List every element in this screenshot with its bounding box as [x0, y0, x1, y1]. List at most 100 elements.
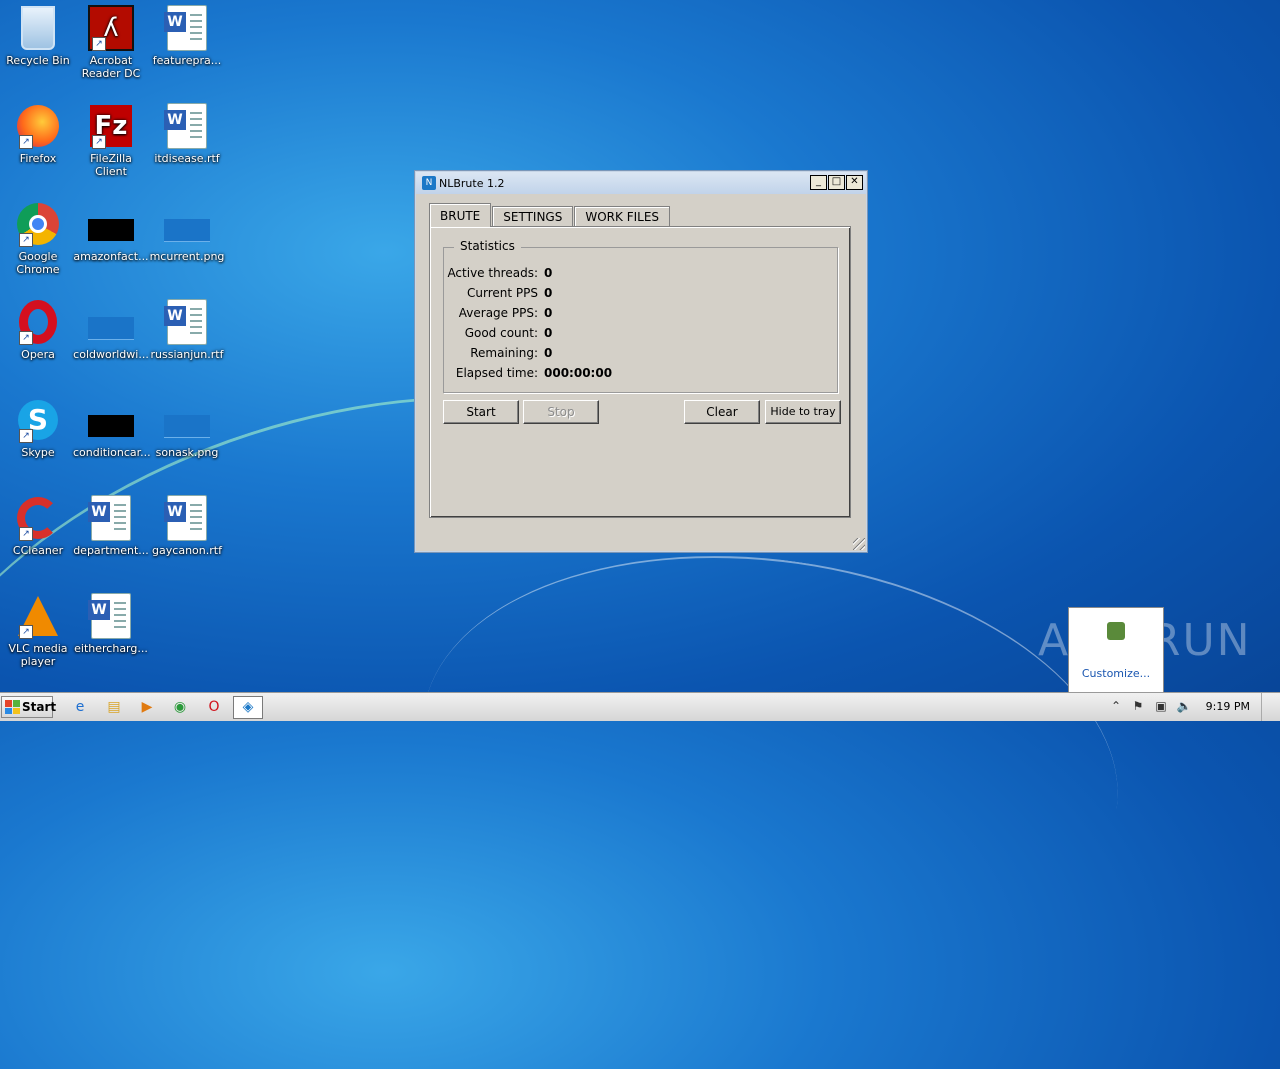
desktop-icon-label: Skype [21, 446, 55, 459]
desktop-icon-blue-image[interactable]: sonask.png [149, 397, 225, 459]
start-label: Start [22, 700, 57, 714]
desktop-icon-label: mcurrent.png [149, 250, 225, 263]
stat-label: Current PPS [467, 286, 538, 300]
stat-label: Average PPS: [458, 306, 538, 320]
customize-link[interactable]: Customize... [1069, 667, 1163, 680]
desktop-icon-opera[interactable]: ↗ Opera [0, 299, 76, 361]
desktop-icon-blue-image[interactable]: coldworldwi... [73, 299, 149, 361]
volume-icon[interactable]: 🔈 [1176, 698, 1192, 714]
minimize-button[interactable]: _ [810, 175, 827, 190]
opera-icon: ↗ [15, 299, 61, 345]
desktop-icon-label: Firefox [19, 152, 57, 165]
desktop-icon-label: itdisease.rtf [154, 152, 220, 165]
ccleaner-icon: ↗ [15, 495, 61, 541]
stat-average-pps: Average PPS: 0 [444, 306, 838, 326]
desktop-icon-word-doc[interactable]: Wgaycanon.rtf [149, 495, 225, 557]
clock[interactable]: 9:19 PM [1206, 700, 1250, 713]
blue-image-icon [88, 299, 134, 345]
filezilla-icon: Fz ↗ [88, 103, 134, 149]
window-title: NLBrute 1.2 [439, 176, 505, 190]
tab-work-files[interactable]: WORK FILES [574, 206, 671, 227]
clear-button[interactable]: Clear [684, 400, 760, 424]
hide-to-tray-button[interactable]: Hide to tray [765, 400, 841, 424]
shortcut-arrow-icon: ↗ [19, 233, 33, 247]
word-doc-icon: W [88, 495, 134, 541]
desktop-icon-word-doc[interactable]: Witdisease.rtf [149, 103, 225, 165]
stat-value: 0 [544, 266, 553, 280]
desktop-icon-firefox[interactable]: ↗ Firefox [0, 103, 76, 165]
chrome-icon[interactable]: ◉ [170, 697, 190, 717]
show-hidden-icons-icon[interactable]: ⌃ [1108, 698, 1124, 714]
desktop-icon-word-doc[interactable]: Wfeaturepra... [149, 5, 225, 67]
taskbar: Start e ▤ ▶ ◉ O ◈ ⌃ ⚑ ▣ 🔈 9:19 PM [0, 692, 1280, 721]
shortcut-arrow-icon: ↗ [19, 135, 33, 149]
desktop-icon-recycle-bin[interactable]: Recycle Bin [0, 5, 76, 67]
stat-value: 0 [544, 306, 553, 320]
stat-remaining: Remaining: 0 [444, 346, 838, 366]
skype-icon: S ↗ [15, 397, 61, 443]
desktop-icon-label: conditioncar... [73, 446, 151, 459]
stop-button[interactable]: Stop [523, 400, 599, 424]
desktop-icon-black-image[interactable]: amazonfact... [73, 201, 149, 263]
tab-brute[interactable]: BRUTE [429, 203, 492, 227]
desktop-icon-blue-image[interactable]: mcurrent.png [149, 201, 225, 263]
app-icon: N [422, 176, 436, 190]
stat-value: 0 [544, 326, 553, 340]
desktop-icon-label: eithercharg... [74, 642, 148, 655]
desktop-icon-label: amazonfact... [73, 250, 149, 263]
desktop-icon-word-doc[interactable]: Wrussianjun.rtf [149, 299, 225, 361]
chrome-icon: ↗ [15, 201, 61, 247]
shortcut-arrow-icon: ↗ [92, 135, 106, 149]
stat-current-pps: Current PPS 0 [444, 286, 838, 306]
stat-value: 0 [544, 346, 553, 360]
windows-flag-icon [5, 700, 20, 714]
network-icon[interactable]: ▣ [1153, 698, 1169, 714]
start-button[interactable]: Start [443, 400, 519, 424]
word-doc-icon: W [164, 495, 210, 541]
media-player-icon[interactable]: ▶ [137, 697, 157, 717]
brute-tab-panel: Statistics Active threads: 0 Current PPS… [429, 226, 851, 518]
desktop-icon-label: featurepra... [152, 54, 222, 67]
recycle-bin-icon [15, 5, 61, 51]
opera-icon[interactable]: O [204, 697, 224, 717]
stat-good-count: Good count: 0 [444, 326, 838, 346]
tray-overflow-popup: Customize... [1068, 607, 1164, 693]
desktop-icon-label: coldworldwi... [73, 348, 149, 361]
shortcut-arrow-icon: ↗ [19, 331, 33, 345]
shortcut-arrow-icon: ↗ [19, 625, 33, 639]
desktop-icon-label: Google Chrome [16, 250, 60, 276]
desktop-icon-filezilla[interactable]: Fz ↗ FileZilla Client [73, 103, 149, 178]
desktop-icon-skype[interactable]: S ↗ Skype [0, 397, 76, 459]
desktop-icon-ccleaner[interactable]: ↗ CCleaner [0, 495, 76, 557]
tab-strip: BRUTE SETTINGS WORK FILES [429, 203, 671, 227]
desktop-icon-label: sonask.png [155, 446, 219, 459]
start-button-taskbar[interactable]: Start [1, 696, 57, 718]
desktop-icon-vlc[interactable]: ↗ VLC media player [0, 593, 76, 668]
tray-app-icon[interactable] [1107, 622, 1125, 640]
close-button[interactable]: ✕ [846, 175, 863, 190]
firefox-icon: ↗ [15, 103, 61, 149]
stat-value: 000:00:00 [544, 366, 613, 380]
desktop-icon-label: gaycanon.rtf [152, 544, 222, 557]
resize-grip[interactable] [853, 538, 865, 550]
action-center-flag-icon[interactable]: ⚑ [1130, 698, 1146, 714]
title-bar[interactable]: N NLBrute 1.2 _ □ ✕ [416, 172, 866, 194]
file-explorer-icon[interactable]: ▤ [104, 697, 124, 717]
shortcut-arrow-icon: ↗ [19, 429, 33, 443]
desktop-icon-label: russianjun.rtf [150, 348, 224, 361]
stat-label: Elapsed time: [455, 366, 538, 380]
desktop-icon-label: CCleaner [12, 544, 64, 557]
acrobat-icon: ʎ ↗ [88, 5, 134, 51]
desktop-icon-acrobat[interactable]: ʎ ↗ Acrobat Reader DC [73, 5, 149, 80]
desktop-icon-chrome[interactable]: ↗ Google Chrome [0, 201, 76, 276]
desktop-icon-black-image[interactable]: conditioncar... [73, 397, 151, 459]
nlbrute-taskbar-icon[interactable]: ◈ [233, 696, 263, 719]
shortcut-arrow-icon: ↗ [19, 527, 33, 541]
desktop-icon-word-doc[interactable]: Wdepartment... [73, 495, 149, 557]
maximize-button[interactable]: □ [828, 175, 845, 190]
blue-image-icon [164, 397, 210, 443]
show-desktop-button[interactable] [1261, 693, 1280, 721]
tab-settings[interactable]: SETTINGS [492, 206, 574, 227]
desktop-icon-word-doc[interactable]: Weithercharg... [73, 593, 149, 655]
internet-explorer-icon[interactable]: e [70, 697, 90, 717]
